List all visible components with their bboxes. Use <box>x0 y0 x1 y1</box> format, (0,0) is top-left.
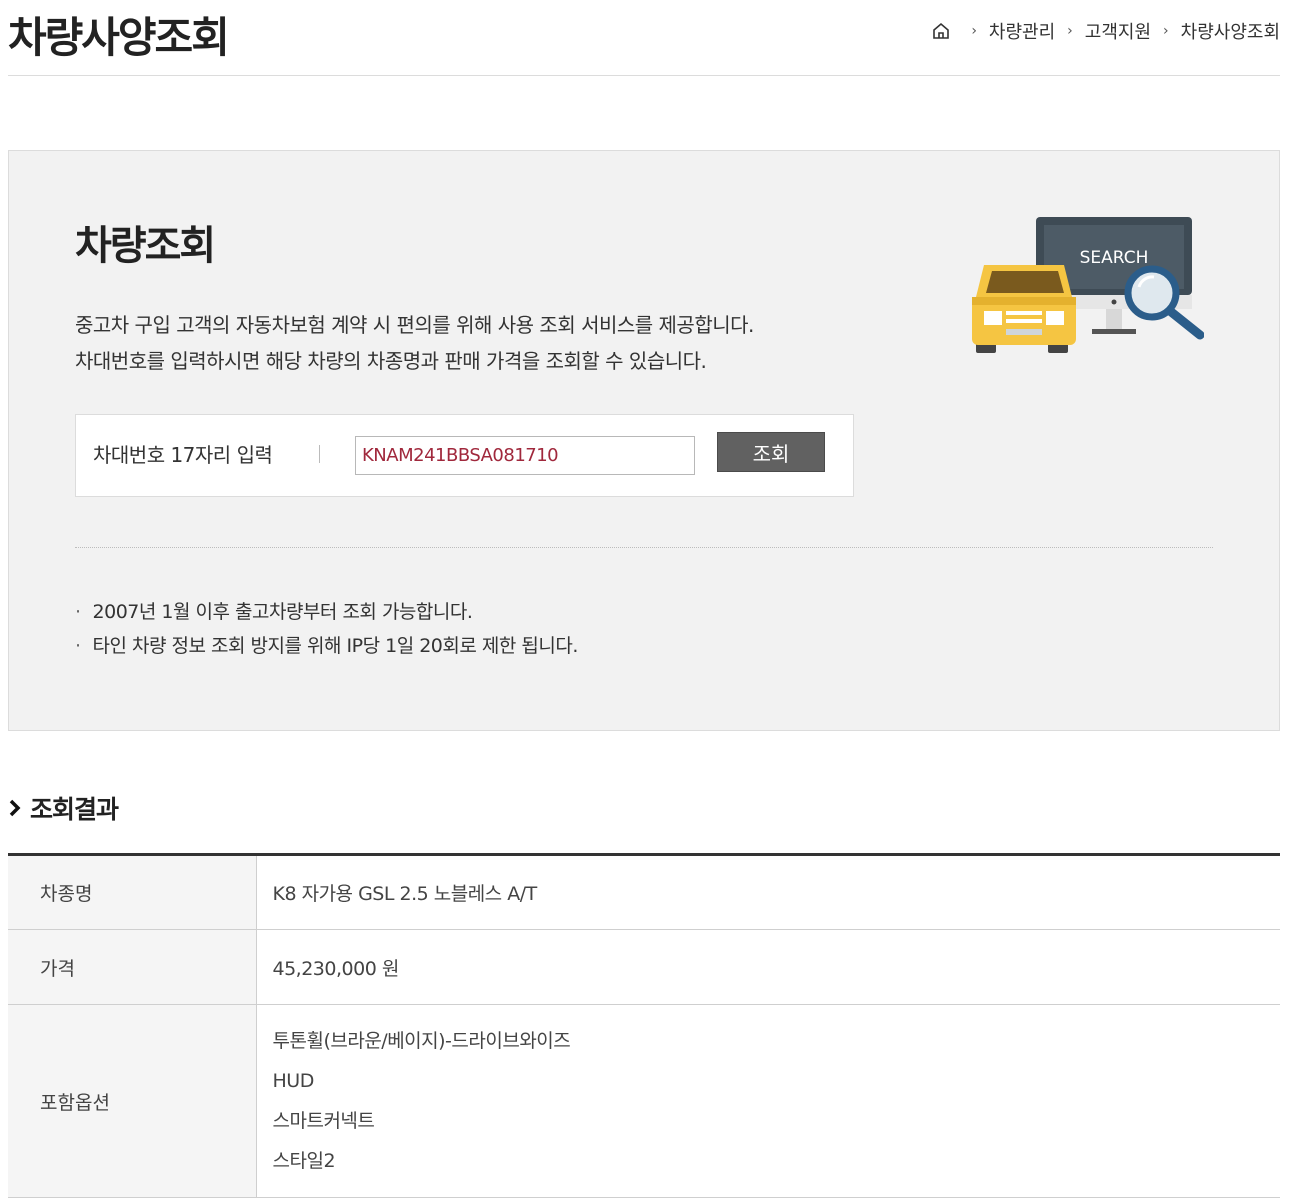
results-title-text: 조회결과 <box>30 795 119 824</box>
vehicle-search-panel: 차량조회 중고차 구입 고객의 자동차보험 계약 시 편의를 위해 사용 조회 … <box>8 150 1280 731</box>
breadcrumb-item-vehicle-spec-lookup[interactable]: 차량사양조회 <box>1181 18 1280 44</box>
car-search-illustration: SEARCH <box>972 217 1204 353</box>
form-divider <box>319 445 320 463</box>
results-table: 차종명 K8 자가용 GSL 2.5 노블레스 A/T 가격 45,230,00… <box>8 853 1280 1198</box>
option-item: 스마트커넥트 <box>272 1110 375 1132</box>
vin-input-label: 차대번호 17자리 입력 <box>93 443 273 467</box>
notes-list: 2007년 1월 이후 출고차량부터 조회 가능합니다. 타인 차량 정보 조회… <box>75 595 579 663</box>
table-row: 차종명 K8 자가용 GSL 2.5 노블레스 A/T <box>8 854 1280 930</box>
page-header: 차량사양조회 › 차량관리 › 고객지원 › 차량사양조회 <box>8 0 1280 76</box>
chevron-right-icon <box>9 799 21 817</box>
chevron-right-icon: › <box>1067 23 1073 39</box>
table-row: 가격 45,230,000 원 <box>8 929 1280 1005</box>
option-list: 투톤휠(브라운/베이지)-드라이브와이즈 HUD 스마트커넥트 스타일2 <box>273 1006 1281 1196</box>
row-label: 가격 <box>8 929 257 1005</box>
monitor-label: SEARCH <box>1080 248 1149 268</box>
row-label: 차종명 <box>8 854 257 930</box>
breadcrumb-item-vehicle-management[interactable]: 차량관리 <box>989 18 1055 44</box>
description-line: 중고차 구입 고객의 자동차보험 계약 시 편의를 위해 사용 조회 서비스를 … <box>75 313 754 337</box>
chevron-right-icon: › <box>971 23 977 39</box>
price-value: 45,230,000 원 <box>256 929 1280 1005</box>
home-icon[interactable] <box>931 21 951 41</box>
panel-description: 중고차 구입 고객의 자동차보험 계약 시 편의를 위해 사용 조회 서비스를 … <box>75 307 754 379</box>
option-item: 스타일2 <box>272 1150 336 1172</box>
note-item: 2007년 1월 이후 출고차량부터 조회 가능합니다. <box>75 595 578 629</box>
note-item: 타인 차량 정보 조회 방지를 위해 IP당 1일 20회로 제한 됩니다. <box>75 629 579 663</box>
option-item: HUD <box>272 1070 315 1092</box>
vin-input[interactable] <box>355 436 695 475</box>
options-value: 투톤휠(브라운/베이지)-드라이브와이즈 HUD 스마트커넥트 스타일2 <box>256 1004 1281 1198</box>
breadcrumb-item-customer-support[interactable]: 고객지원 <box>1085 18 1151 44</box>
page-title: 차량사양조회 <box>8 13 230 62</box>
chevron-right-icon: › <box>1163 23 1169 39</box>
vin-search-form: 차대번호 17자리 입력 조회 <box>75 414 854 497</box>
row-label: 포함옵션 <box>8 1004 257 1198</box>
option-item: 투톤휠(브라운/베이지)-드라이브와이즈 <box>272 1030 571 1052</box>
search-button[interactable]: 조회 <box>717 432 825 472</box>
breadcrumb: › 차량관리 › 고객지원 › 차량사양조회 <box>931 18 1280 44</box>
panel-title: 차량조회 <box>75 223 216 269</box>
dotted-divider <box>75 547 1213 548</box>
table-row: 포함옵션 투톤휠(브라운/베이지)-드라이브와이즈 HUD 스마트커넥트 스타일… <box>8 1004 1281 1198</box>
results-section-title: 조회결과 <box>8 790 119 826</box>
description-line: 차대번호를 입력하시면 해당 차량의 차종명과 판매 가격을 조회할 수 있습니… <box>75 349 707 373</box>
model-name-value: K8 자가용 GSL 2.5 노블레스 A/T <box>256 854 1280 930</box>
